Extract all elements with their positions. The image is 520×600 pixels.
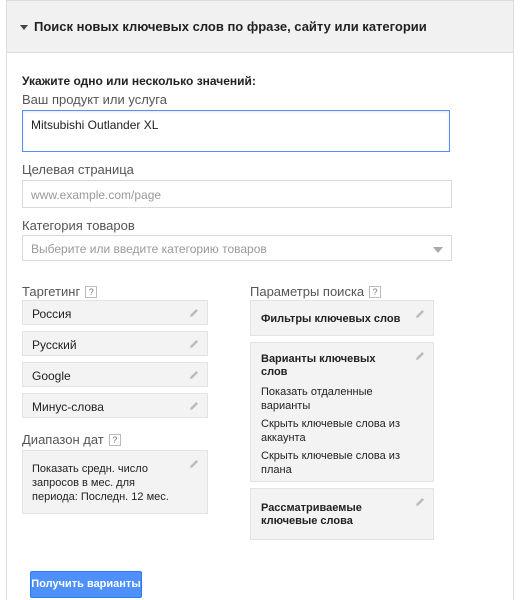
considered-keywords-title: Рассматриваемые ключевые слова bbox=[261, 502, 362, 527]
panel-header[interactable]: Поиск новых ключевых слов по фразе, сайт… bbox=[7, 1, 513, 53]
pencil-icon[interactable] bbox=[414, 308, 426, 320]
search-params-label-text: Параметры поиска bbox=[250, 284, 365, 299]
category-placeholder: Выберите или введите категорию товаров bbox=[31, 242, 267, 256]
panel-title: Поиск новых ключевых слов по фразе, сайт… bbox=[34, 19, 427, 34]
form-heading: Укажите одно или несколько значений: bbox=[22, 74, 256, 88]
landing-page-label: Целевая страница bbox=[22, 162, 134, 177]
date-range-text: Показать средн. число запросов в мес. дл… bbox=[32, 463, 169, 503]
search-params-label: Параметры поиска? bbox=[250, 284, 382, 299]
date-range-box[interactable]: Показать средн. число запросов в мес. дл… bbox=[22, 450, 208, 514]
pencil-icon[interactable] bbox=[414, 350, 426, 362]
variant-option: Показать отдаленные варианты bbox=[261, 386, 373, 412]
get-ideas-button[interactable]: Получить варианты bbox=[30, 571, 142, 598]
date-range-label: Диапазон дат? bbox=[22, 432, 121, 447]
date-range-label-text: Диапазон дат bbox=[22, 432, 104, 447]
help-icon[interactable]: ? bbox=[108, 434, 121, 446]
product-input-value: Mitsubishi Outlander XL bbox=[31, 118, 159, 132]
targeting-item-language[interactable]: Русский bbox=[22, 331, 208, 356]
keyword-filters-title: Фильтры ключевых слов bbox=[261, 313, 401, 325]
targeting-item-location[interactable]: Россия bbox=[22, 300, 208, 325]
caret-down-icon[interactable] bbox=[20, 25, 28, 30]
pencil-icon[interactable] bbox=[188, 307, 200, 319]
product-input[interactable]: Mitsubishi Outlander XL bbox=[22, 110, 450, 152]
pencil-icon[interactable] bbox=[414, 496, 426, 508]
targeting-label: Таргетинг? bbox=[22, 284, 98, 299]
landing-page-placeholder: www.example.com/page bbox=[31, 188, 162, 202]
help-icon[interactable]: ? bbox=[369, 286, 382, 298]
variant-option: Скрыть ключевые слова из аккаунта bbox=[261, 418, 400, 444]
variant-option: Скрыть ключевые слова из плана bbox=[261, 450, 400, 476]
pencil-icon[interactable] bbox=[188, 458, 200, 470]
category-select[interactable]: Выберите или введите категорию товаров bbox=[22, 235, 452, 261]
targeting-item-label: Русский bbox=[32, 338, 77, 352]
keyword-variants-title: Варианты ключевых слов bbox=[261, 353, 376, 378]
targeting-item-label: Минус-слова bbox=[32, 400, 104, 414]
considered-keywords-box[interactable]: Рассматриваемые ключевые слова bbox=[250, 488, 434, 540]
help-icon[interactable]: ? bbox=[85, 286, 98, 298]
pencil-icon[interactable] bbox=[188, 400, 200, 412]
targeting-item-negative-keywords[interactable]: Минус-слова bbox=[22, 393, 208, 418]
keyword-variants-box[interactable]: Варианты ключевых слов Показать отдаленн… bbox=[250, 342, 434, 482]
pencil-icon[interactable] bbox=[188, 369, 200, 381]
dropdown-arrow-icon[interactable] bbox=[433, 247, 443, 253]
targeting-item-label: Россия bbox=[32, 307, 72, 321]
product-label: Ваш продукт или услуга bbox=[22, 92, 167, 107]
pencil-icon[interactable] bbox=[188, 338, 200, 350]
targeting-item-label: Google bbox=[32, 369, 71, 383]
landing-page-input[interactable]: www.example.com/page bbox=[22, 180, 452, 208]
keyword-filters-box[interactable]: Фильтры ключевых слов bbox=[250, 300, 434, 336]
targeting-label-text: Таргетинг bbox=[22, 284, 81, 299]
targeting-item-network[interactable]: Google bbox=[22, 362, 208, 387]
category-label: Категория товаров bbox=[22, 218, 135, 233]
